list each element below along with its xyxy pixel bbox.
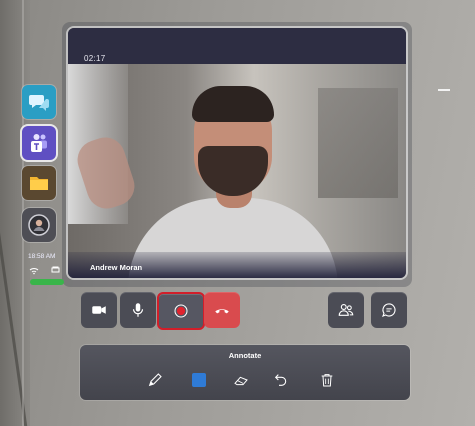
call-timer: 02:17 bbox=[84, 54, 106, 63]
video-camera-icon bbox=[92, 306, 106, 314]
undo-button[interactable] bbox=[270, 369, 292, 391]
microphone-icon bbox=[132, 303, 144, 317]
teams-app-button[interactable] bbox=[22, 126, 56, 160]
record-button[interactable] bbox=[157, 292, 205, 330]
annotate-title: Annotate bbox=[228, 351, 262, 360]
hang-up-button[interactable] bbox=[204, 292, 240, 328]
files-app-button[interactable] bbox=[22, 166, 56, 200]
chat-app-button[interactable] bbox=[22, 85, 56, 119]
pen-icon bbox=[148, 373, 162, 387]
delete-button[interactable] bbox=[316, 369, 338, 391]
record-icon bbox=[174, 304, 188, 318]
pen-tool-button[interactable] bbox=[144, 369, 166, 391]
status-time: 18:58 AM bbox=[28, 253, 56, 260]
battery-indicator bbox=[30, 279, 64, 285]
caller-hair bbox=[192, 86, 274, 122]
annotate-toolbar: Annotate bbox=[80, 345, 410, 400]
caller-name: Andrew Moran bbox=[90, 263, 143, 272]
color-swatch bbox=[192, 373, 206, 387]
undo-icon bbox=[274, 374, 287, 386]
camera-toggle-button[interactable] bbox=[81, 292, 117, 328]
chat-bubbles-icon bbox=[29, 95, 49, 111]
status-icons bbox=[29, 266, 60, 275]
color-picker-button[interactable] bbox=[188, 369, 210, 391]
video-background-shelf bbox=[318, 88, 398, 198]
eraser-tool-button[interactable] bbox=[230, 369, 252, 391]
minimize-icon[interactable] bbox=[438, 89, 450, 91]
microphone-toggle-button[interactable] bbox=[120, 292, 156, 328]
wifi-icon bbox=[29, 268, 39, 273]
participants-icon bbox=[338, 304, 354, 316]
teams-icon bbox=[31, 134, 47, 152]
sync-icon bbox=[51, 266, 60, 273]
chat-button[interactable] bbox=[371, 292, 407, 328]
participants-button[interactable] bbox=[328, 292, 364, 328]
video-top-bar bbox=[68, 28, 406, 64]
folder-icon bbox=[30, 177, 48, 190]
profile-app-button[interactable] bbox=[22, 208, 56, 242]
hang-up-icon bbox=[215, 309, 229, 314]
user-avatar-icon bbox=[28, 214, 50, 236]
video-feed[interactable]: 02:17 Andrew Moran bbox=[68, 28, 406, 278]
chat-icon bbox=[382, 303, 396, 317]
delete-icon bbox=[321, 374, 333, 387]
eraser-icon bbox=[234, 376, 248, 386]
